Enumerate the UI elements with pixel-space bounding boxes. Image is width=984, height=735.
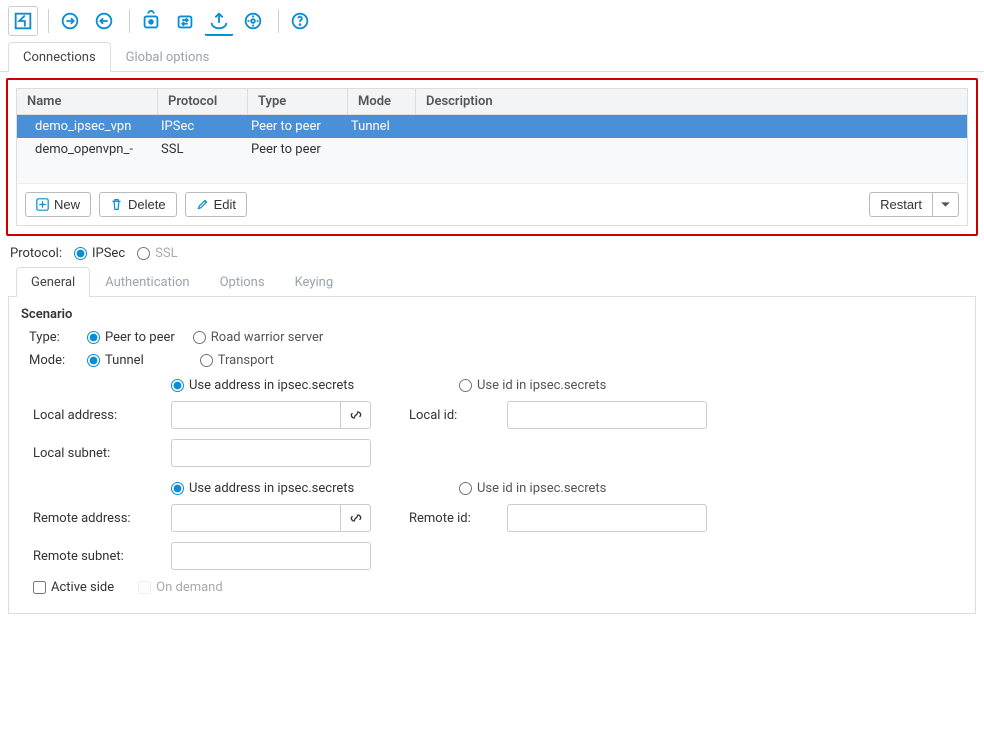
gear-circle-icon[interactable] (238, 6, 268, 36)
protocol-selector: Protocol: IPSec SSL (0, 240, 984, 267)
mode-label: Mode: (29, 353, 79, 368)
type-roadwarrior-radio[interactable]: Road warrior server (193, 330, 324, 345)
delete-button[interactable]: Delete (99, 192, 177, 217)
remote-address-group (171, 504, 401, 532)
detail-body: Scenario Type: Peer to peer Road warrior… (8, 297, 976, 614)
upload-icon[interactable] (204, 6, 234, 36)
mode-tunnel-radio[interactable]: Tunnel (87, 353, 144, 368)
remote-id-label: Remote id: (409, 511, 499, 526)
new-button[interactable]: New (25, 192, 91, 217)
type-peer-radio[interactable]: Peer to peer (87, 330, 175, 345)
local-address-link-button[interactable] (341, 401, 371, 429)
delete-label: Delete (128, 197, 166, 212)
table-actions: New Delete Edit Restart (17, 183, 967, 225)
cell-name: demo_ipsec_vpn (17, 115, 157, 138)
sync-in-icon[interactable] (55, 6, 85, 36)
separator (278, 9, 279, 33)
col-mode[interactable]: Mode (347, 89, 415, 114)
mode-row: Mode: Tunnel Transport (29, 353, 963, 368)
protocol-label: Protocol: (10, 246, 62, 261)
help-icon[interactable] (285, 6, 315, 36)
chevron-down-icon (939, 198, 952, 211)
restart-dropdown[interactable] (933, 192, 959, 217)
remote-address-input[interactable] (171, 504, 341, 532)
protocol-ssl-radio[interactable]: SSL (137, 246, 177, 261)
tab-authentication[interactable]: Authentication (90, 267, 204, 297)
cell-description (415, 138, 967, 161)
mode-transport-radio[interactable]: Transport (200, 353, 274, 368)
cell-description (415, 115, 967, 138)
cell-type: Peer to peer (247, 138, 347, 161)
cell-name: demo_openvpn_- (17, 138, 157, 161)
tab-options[interactable]: Options (205, 267, 280, 297)
on-demand-checkbox: On demand (138, 580, 223, 595)
local-use-address-radio[interactable]: Use address in ipsec.secrets (171, 378, 451, 393)
edit-icon (196, 198, 209, 211)
scenario-title: Scenario (21, 307, 963, 322)
tab-global-options[interactable]: Global options (111, 42, 225, 72)
cell-protocol: SSL (157, 138, 247, 161)
separator (48, 9, 49, 33)
settings-view-icon[interactable] (136, 6, 166, 36)
col-type[interactable]: Type (247, 89, 347, 114)
protocol-ipsec-radio[interactable]: IPSec (74, 246, 125, 261)
table-header: Name Protocol Type Mode Description (17, 89, 967, 115)
back-icon[interactable] (8, 6, 38, 36)
local-id-input[interactable] (507, 401, 707, 429)
remote-use-id-radio[interactable]: Use id in ipsec.secrets (459, 481, 679, 496)
remote-subnet-label: Remote subnet: (33, 549, 163, 564)
sync-out-icon[interactable] (89, 6, 119, 36)
local-use-id-radio[interactable]: Use id in ipsec.secrets (459, 378, 679, 393)
plus-icon (36, 198, 49, 211)
link-icon (349, 408, 363, 422)
separator (129, 9, 130, 33)
remote-address-link-button[interactable] (341, 504, 371, 532)
tab-keying[interactable]: Keying (280, 267, 349, 297)
cell-type: Peer to peer (247, 115, 347, 138)
local-subnet-input[interactable] (171, 439, 371, 467)
table-body: demo_ipsec_vpn IPSec Peer to peer Tunnel… (17, 115, 967, 183)
col-protocol[interactable]: Protocol (157, 89, 247, 114)
edit-label: Edit (214, 197, 236, 212)
main-tabs: Connections Global options (0, 42, 984, 72)
col-name[interactable]: Name (17, 89, 157, 114)
type-row: Type: Peer to peer Road warrior server (29, 330, 963, 345)
remote-fields: Remote address: Remote id: Remote subnet… (33, 504, 963, 570)
tab-connections[interactable]: Connections (8, 42, 111, 72)
restart-button[interactable]: Restart (869, 192, 933, 217)
local-fields: Local address: Local id: Local subnet: (33, 401, 963, 467)
flags-row: Active side On demand (33, 580, 963, 595)
connections-highlight: Name Protocol Type Mode Description demo… (6, 78, 978, 236)
edit-button[interactable]: Edit (185, 192, 247, 217)
local-address-input[interactable] (171, 401, 341, 429)
remote-secrets-row: Use address in ipsec.secrets Use id in i… (33, 481, 963, 496)
cell-protocol: IPSec (157, 115, 247, 138)
detail-tabs: General Authentication Options Keying (8, 267, 976, 297)
settings-swap-icon[interactable] (170, 6, 200, 36)
local-address-group (171, 401, 401, 429)
new-label: New (54, 197, 80, 212)
table-row[interactable]: demo_ipsec_vpn IPSec Peer to peer Tunnel (17, 115, 967, 138)
toolbar (0, 0, 984, 42)
col-description[interactable]: Description (415, 89, 967, 114)
remote-id-input[interactable] (507, 504, 707, 532)
cell-mode: Tunnel (347, 115, 415, 138)
local-address-label: Local address: (33, 408, 163, 423)
type-label: Type: (29, 330, 79, 345)
active-side-checkbox[interactable]: Active side (33, 580, 114, 595)
local-subnet-label: Local subnet: (33, 446, 163, 461)
connections-table: Name Protocol Type Mode Description demo… (16, 88, 968, 226)
remote-subnet-input[interactable] (171, 542, 371, 570)
restart-group: Restart (869, 192, 959, 217)
remote-address-label: Remote address: (33, 511, 163, 526)
cell-mode (347, 138, 415, 161)
table-row[interactable]: demo_openvpn_- SSL Peer to peer (17, 138, 967, 161)
local-id-label: Local id: (409, 408, 499, 423)
trash-icon (110, 198, 123, 211)
detail-panel: General Authentication Options Keying Sc… (8, 267, 976, 614)
tab-general[interactable]: General (16, 267, 90, 297)
remote-use-address-radio[interactable]: Use address in ipsec.secrets (171, 481, 451, 496)
local-secrets-row: Use address in ipsec.secrets Use id in i… (33, 378, 963, 393)
link-icon (349, 511, 363, 525)
